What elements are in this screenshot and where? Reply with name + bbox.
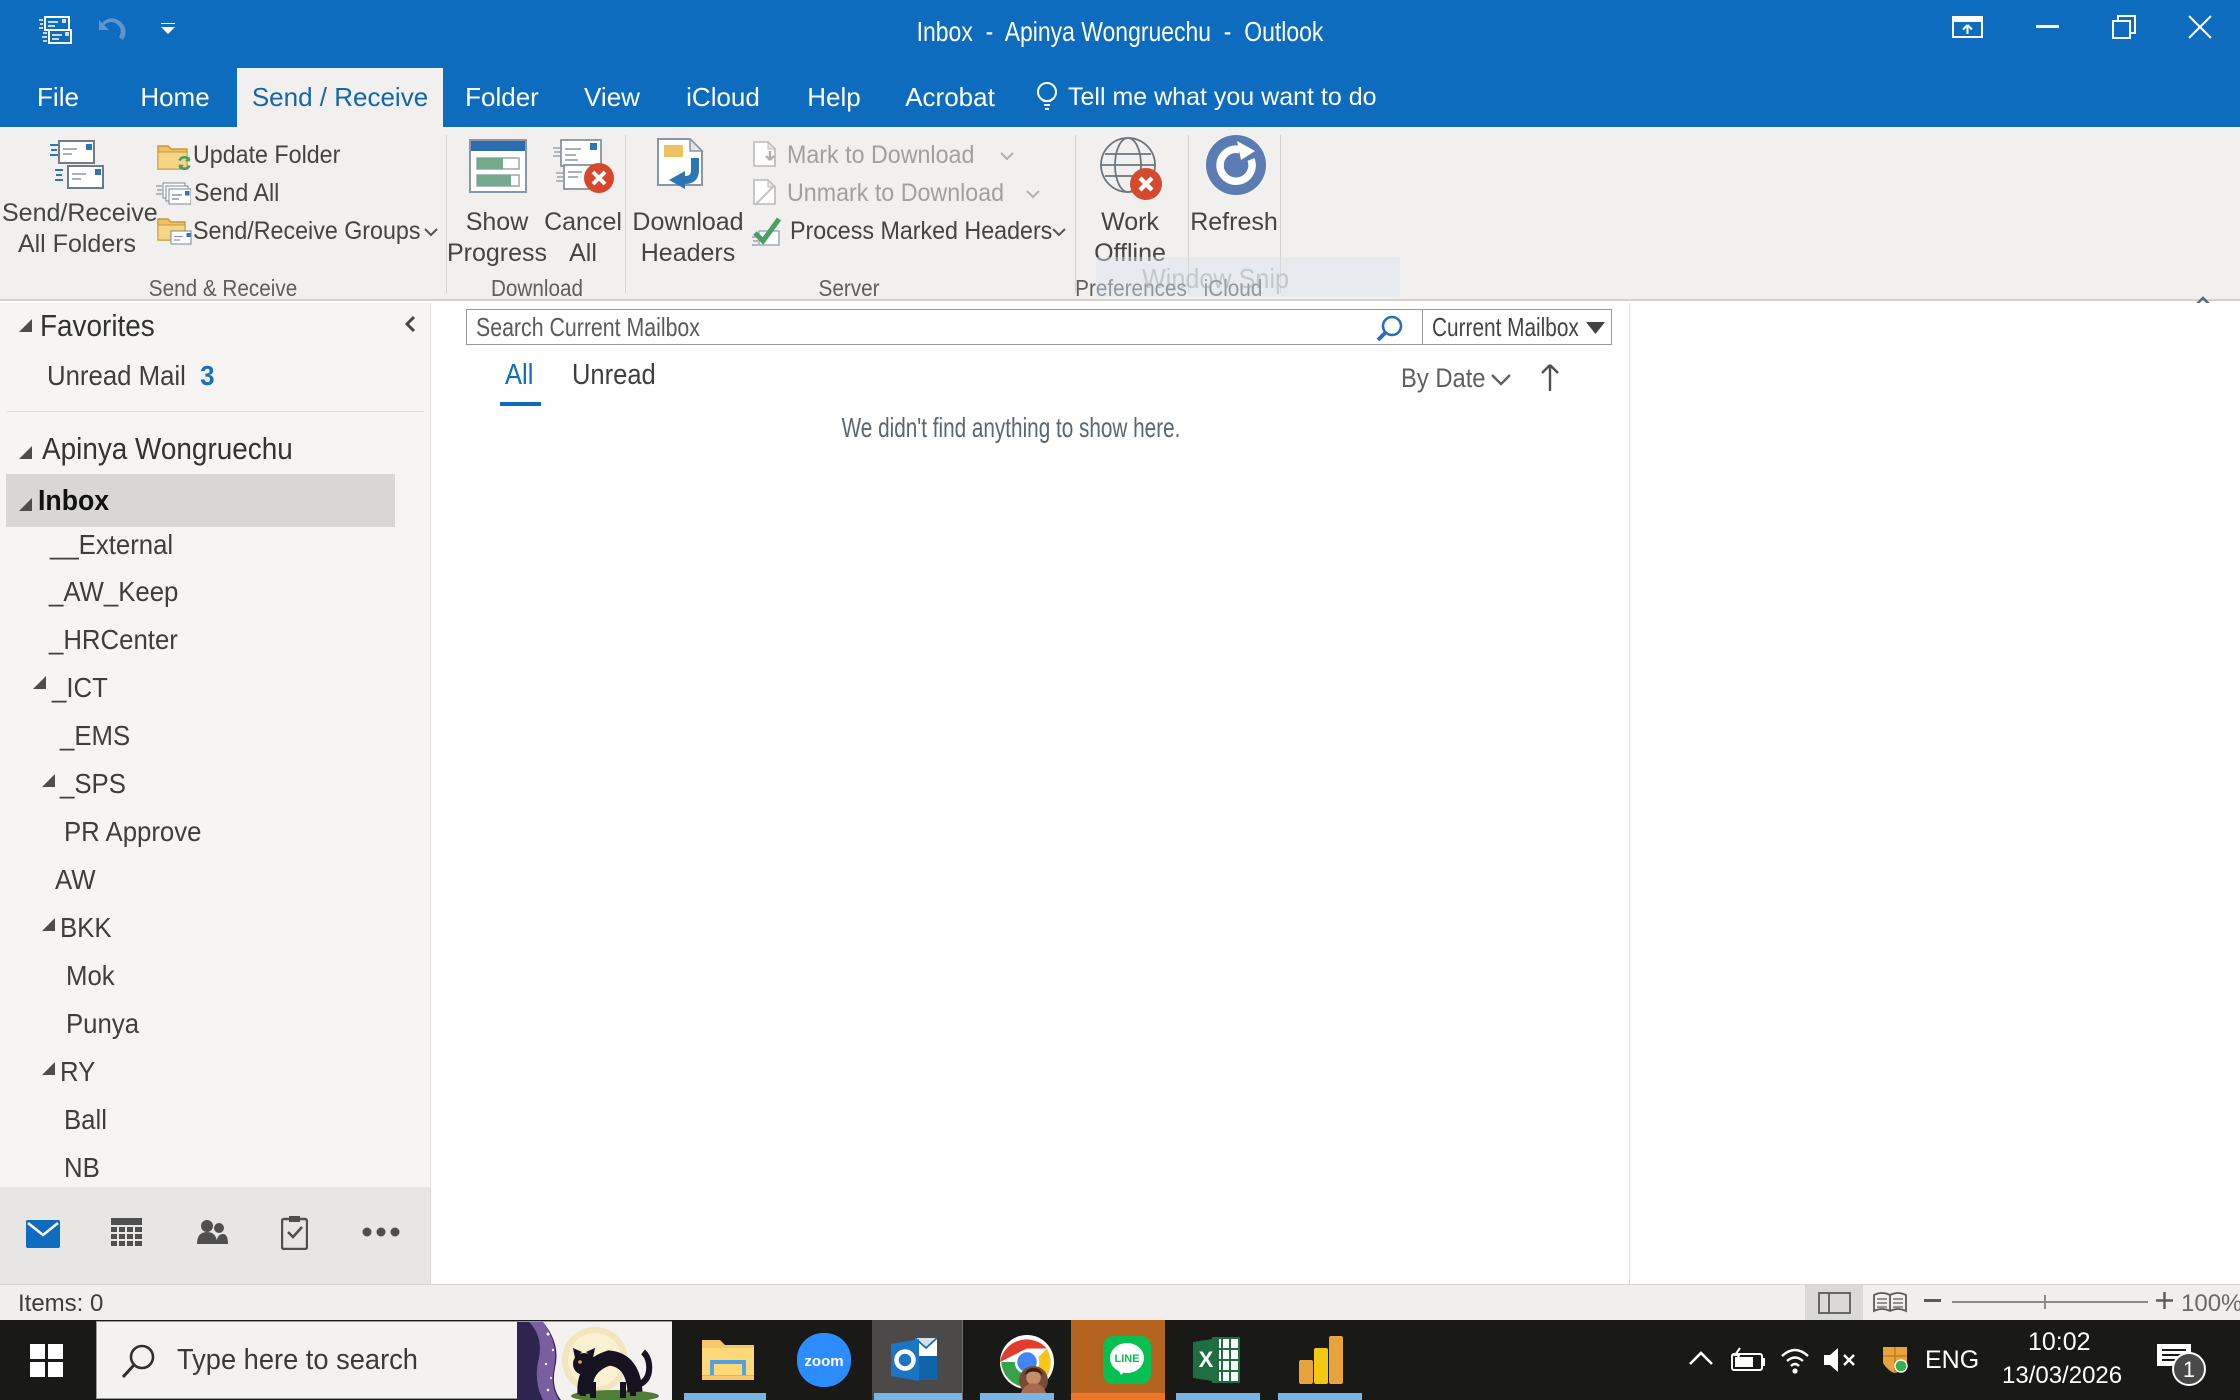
svg-text:X: X bbox=[1199, 1347, 1214, 1372]
svg-text:LINE: LINE bbox=[1114, 1353, 1139, 1365]
svg-text:zoom: zoom bbox=[804, 1353, 843, 1370]
